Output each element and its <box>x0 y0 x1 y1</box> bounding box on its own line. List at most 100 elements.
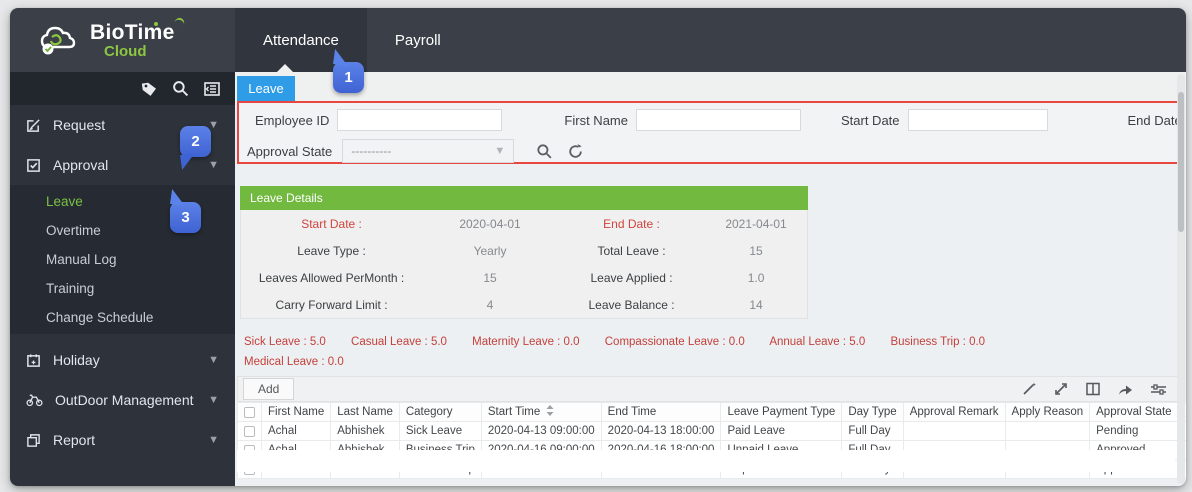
first-name-input[interactable] <box>635 109 801 131</box>
leave-details-row: Leaves Allowed PerMonth : 15 Leave Appli… <box>241 264 807 291</box>
cell-last-name: Abhishek <box>330 421 400 441</box>
submenu-item-leave[interactable]: Leave <box>10 187 235 216</box>
col-category[interactable]: Category <box>398 402 482 422</box>
brand-logo: BioTime Cloud <box>10 8 235 72</box>
col-end-time[interactable]: End Time <box>600 402 722 422</box>
sidebar-item-report-label: Report <box>53 432 96 448</box>
app-window: BioTime Cloud Attendance Payroll Request… <box>10 8 1186 486</box>
sidebar-item-approval-label: Approval <box>53 157 109 173</box>
request-icon <box>27 118 40 132</box>
motorcycle-icon <box>26 394 43 407</box>
leave-type-value: Yearly <box>473 243 507 258</box>
cell-day-type: Full Day <box>841 421 904 441</box>
start-date-field-label: Start Date : <box>301 216 362 231</box>
end-date-field-value: 2021-04-01 <box>725 216 787 231</box>
submenu-item-overtime[interactable]: Overtime <box>10 216 235 245</box>
col-approval-remark[interactable]: Approval Remark <box>902 402 1006 422</box>
cell-first-name: Achal <box>260 421 332 441</box>
leave-details-row: Start Date : 2020-04-01 End Date : 2021-… <box>241 210 807 237</box>
magic-wand-icon[interactable] <box>1021 381 1037 397</box>
scrollbar-thumb[interactable] <box>1178 92 1184 232</box>
cell-approval-remark <box>902 421 1006 441</box>
col-leave-payment-type[interactable]: Leave Payment Type <box>720 402 843 422</box>
sidebar-toolbar <box>10 72 235 105</box>
sort-icon[interactable] <box>546 405 554 419</box>
select-all-checkbox[interactable] <box>244 406 255 418</box>
table-row[interactable]: Achal Abhishek Sick Leave 2020-04-13 09:… <box>237 421 1186 441</box>
tab-payroll[interactable]: Payroll <box>367 8 469 72</box>
main-content: Leave Employee ID First Name Start Date … <box>235 72 1186 486</box>
leave-details-row: Carry Forward Limit : 4 Leave Balance : … <box>241 291 807 318</box>
summary-medical-leave: Medical Leave : 0.0 <box>244 356 344 368</box>
carry-forward-label: Carry Forward Limit : <box>275 297 388 312</box>
sidebar-item-report[interactable]: Report ▼ <box>10 420 235 460</box>
filter-row-2: Approval State ---------- ▼ <box>239 138 1182 164</box>
cell-end-time: 2020-04-13 18:00:00 <box>600 421 722 441</box>
leave-balance-value: 14 <box>749 297 763 312</box>
approval-state-select[interactable]: ---------- ▼ <box>342 139 515 163</box>
search-icon[interactable] <box>172 80 189 97</box>
calendar-icon <box>27 353 40 367</box>
cell-start-time: 2020-04-13 09:00:00 <box>480 421 602 441</box>
col-day-type[interactable]: Day Type <box>841 402 904 422</box>
cell-approval-state: Pending <box>1089 421 1179 441</box>
leave-balance-label: Leave Balance : <box>588 297 675 312</box>
brand-i-dot <box>154 21 158 26</box>
tag-icon[interactable] <box>141 80 158 97</box>
brand-sub: Cloud <box>104 42 147 60</box>
filter-search-button[interactable] <box>536 143 553 160</box>
col-start-time[interactable]: Start Time <box>480 402 602 422</box>
filter-settings-icon[interactable] <box>1150 382 1167 397</box>
callout-badge-2: 2 <box>180 126 211 170</box>
columns-icon[interactable] <box>1085 381 1101 397</box>
leave-applied-label: Leave Applied : <box>590 270 673 285</box>
cell-leave-payment-type: Paid Leave <box>720 421 843 441</box>
sidebar-item-outdoor[interactable]: OutDoor Management ▼ <box>10 380 235 420</box>
col-apply-reason[interactable]: Apply Reason <box>1004 402 1091 422</box>
chevron-down-icon: ▼ <box>494 145 506 157</box>
submenu-item-change-schedule[interactable]: Change Schedule <box>10 303 235 332</box>
table-toolbar: Add <box>237 376 1178 402</box>
filter-panel: Employee ID First Name Start Date End Da… <box>237 101 1184 164</box>
add-button[interactable]: Add <box>243 378 295 400</box>
leave-details-body: Start Date : 2020-04-01 End Date : 2021-… <box>240 210 808 319</box>
summary-annual-leave: Annual Leave : 5.0 <box>769 336 866 348</box>
menu-collapse-icon[interactable] <box>203 81 221 97</box>
leave-applied-value: 1.0 <box>747 270 765 285</box>
total-leave-value: 15 <box>749 243 763 258</box>
employee-id-input[interactable] <box>337 109 503 131</box>
summary-compassionate-leave: Compassionate Leave : 0.0 <box>604 336 745 348</box>
filter-refresh-button[interactable] <box>567 143 584 160</box>
callout-tail <box>333 49 350 66</box>
col-start-time-label: Start Time <box>487 406 541 419</box>
leaves-allowed-value: 15 <box>483 270 497 285</box>
tab-payroll-label: Payroll <box>394 31 441 49</box>
col-last-name[interactable]: Last Name <box>330 402 400 422</box>
sidebar-item-request-label: Request <box>53 117 106 133</box>
end-date-label: End Date <box>1127 112 1182 128</box>
expand-icon[interactable] <box>1053 381 1069 397</box>
table-footer-space <box>237 450 1175 472</box>
sidebar-item-holiday[interactable]: Holiday ▼ <box>10 340 235 380</box>
export-icon[interactable] <box>1117 382 1134 397</box>
start-date-label: Start Date <box>840 112 900 128</box>
callout-tail <box>170 189 187 206</box>
start-date-input[interactable] <box>907 109 1048 131</box>
submenu-item-manual-log[interactable]: Manual Log <box>10 245 235 274</box>
cell-category: Sick Leave <box>398 421 482 441</box>
summary-casual-leave: Casual Leave : 5.0 <box>351 336 447 348</box>
col-first-name[interactable]: First Name <box>260 402 332 422</box>
row-checkbox[interactable] <box>244 425 255 437</box>
vertical-scrollbar[interactable] <box>1177 74 1185 484</box>
approval-icon <box>27 158 40 172</box>
brand-text: BioTime Cloud <box>90 16 186 60</box>
leave-module-tab[interactable]: Leave <box>237 76 295 101</box>
summary-sick-leave: Sick Leave : 5.0 <box>244 336 326 348</box>
submenu-item-training[interactable]: Training <box>10 274 235 303</box>
end-date-field-label: End Date : <box>603 216 660 231</box>
col-approval-state[interactable]: Approval State <box>1089 402 1179 422</box>
summary-business-trip: Business Trip : 0.0 <box>890 336 986 348</box>
callout-3-number: 3 <box>181 209 190 226</box>
approval-state-label: Approval State <box>247 143 333 159</box>
module-tab-strip <box>235 72 1186 102</box>
